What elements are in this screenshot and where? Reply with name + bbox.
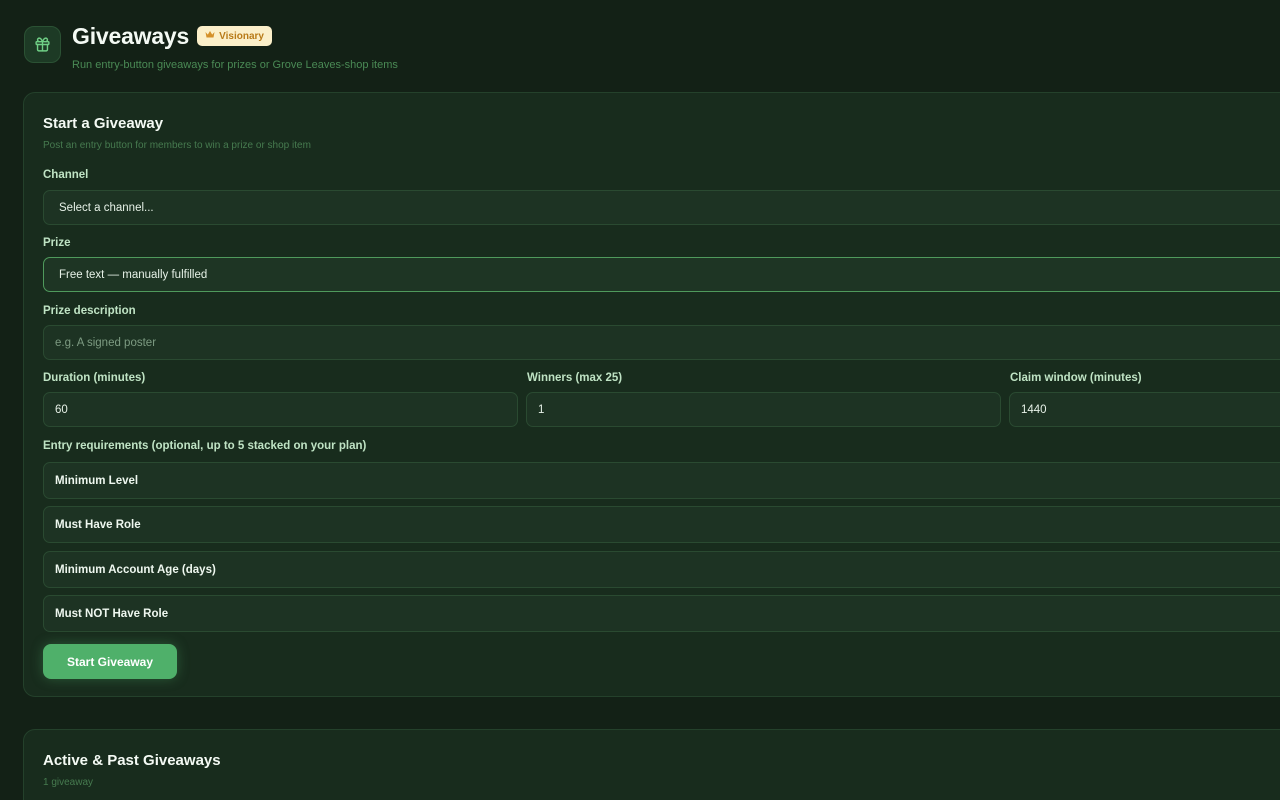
duration-input[interactable]: 60	[43, 392, 518, 427]
requirement-label: Minimum Account Age (days)	[55, 563, 216, 576]
prize-description-label: Prize description	[43, 305, 136, 317]
prize-description-placeholder: e.g. A signed poster	[55, 336, 157, 349]
winners-input[interactable]: 1	[526, 392, 1001, 427]
start-giveaway-button[interactable]: Start Giveaway	[43, 644, 177, 679]
prize-description-input[interactable]: e.g. A signed poster	[43, 325, 1280, 360]
duration-label: Duration (minutes)	[43, 372, 146, 384]
channel-label: Channel	[43, 169, 89, 181]
start-giveaway-subtitle: Post an entry button for members to win …	[43, 140, 311, 151]
crown-icon	[205, 30, 215, 42]
channel-select-value: Select a channel...	[59, 201, 154, 214]
winners-value: 1	[538, 403, 545, 416]
page-header: Giveaways Visionary Run entry-button giv…	[24, 23, 398, 72]
claim-window-value: 1440	[1021, 403, 1047, 416]
requirement-label: Minimum Level	[55, 474, 139, 487]
channel-select[interactable]: Select a channel...	[43, 190, 1280, 225]
giveaways-list-title: Active & Past Giveaways	[43, 752, 221, 769]
plan-badge: Visionary	[197, 26, 272, 46]
claim-window-label: Claim window (minutes)	[1010, 372, 1142, 384]
requirement-must-have-role[interactable]: Must Have Role	[43, 506, 1280, 543]
requirement-must-not-have-role[interactable]: Must NOT Have Role	[43, 595, 1280, 632]
duration-value: 60	[55, 403, 68, 416]
requirement-label: Must Have Role	[55, 518, 141, 531]
claim-window-input[interactable]: 1440	[1009, 392, 1280, 427]
title-row: Giveaways Visionary	[72, 23, 398, 49]
start-giveaway-card: Start a Giveaway Post an entry button fo…	[23, 92, 1280, 697]
requirement-minimum-account-age[interactable]: Minimum Account Age (days)	[43, 551, 1280, 588]
entry-requirements-label: Entry requirements (optional, up to 5 st…	[43, 440, 367, 452]
prize-label: Prize	[43, 237, 71, 249]
page-title: Giveaways	[72, 22, 190, 49]
requirement-minimum-level[interactable]: Minimum Level	[43, 462, 1280, 499]
giveaways-list-card: Active & Past Giveaways 1 giveaway	[23, 729, 1280, 800]
header-text: Giveaways Visionary Run entry-button giv…	[72, 23, 398, 72]
plan-badge-label: Visionary	[219, 30, 264, 42]
giveaways-count: 1 giveaway	[43, 777, 94, 788]
page-subtitle: Run entry-button giveaways for prizes or…	[72, 59, 398, 71]
giveaways-page: Giveaways Visionary Run entry-button giv…	[0, 0, 1280, 800]
gift-icon	[24, 26, 61, 63]
prize-select-value: Free text — manually fulfilled	[59, 268, 208, 281]
start-giveaway-title: Start a Giveaway	[43, 115, 164, 132]
requirement-label: Must NOT Have Role	[55, 607, 169, 620]
winners-label: Winners (max 25)	[527, 372, 623, 384]
prize-select[interactable]: Free text — manually fulfilled	[43, 257, 1280, 292]
